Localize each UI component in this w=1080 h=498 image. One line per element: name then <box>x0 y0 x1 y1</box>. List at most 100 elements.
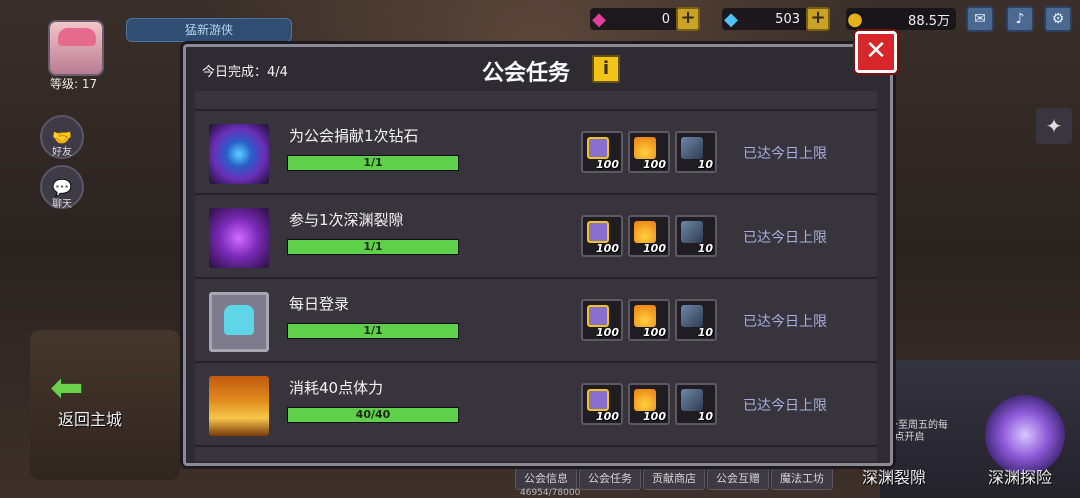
rift-schedule-line-2: 8点开启 <box>888 432 925 443</box>
chat-bubble-icon: 💬 <box>52 177 72 197</box>
task-row: 为公会捐献1次钻石 1/1 100 100 10 已达今日上限 <box>195 111 877 195</box>
chat-label: 聊天 <box>52 199 72 210</box>
status-text: 已达今日上限 <box>743 314 827 330</box>
hammer-icon <box>681 305 703 327</box>
reward-hammer[interactable]: 10 <box>675 299 717 341</box>
info-icon[interactable]: i <box>592 55 620 83</box>
task-name: 为公会捐献1次钻石 <box>289 127 419 145</box>
reward-qty: 10 <box>697 326 713 339</box>
hammer-icon <box>681 221 703 243</box>
diamonds-value: 503 <box>775 11 800 27</box>
guild-tasks-dialog: 今日完成：4/4 公会任务 i 为公会捐献1次钻石 1/1 100 100 10… <box>183 44 893 466</box>
rift-schedule-caption: 一至周五的每 8点开启 <box>888 420 948 444</box>
reward-qty: 100 <box>643 242 666 255</box>
tab-guild-info[interactable]: 公会信息 <box>515 468 577 490</box>
task-progress-bar: 1/1 <box>287 155 459 171</box>
task-row: 每日登录 1/1 100 100 10 已达今日上限 <box>195 279 877 363</box>
diamond-donate-icon <box>209 124 269 184</box>
hammer-icon <box>681 389 703 411</box>
reward-qty: 100 <box>596 410 619 423</box>
task-progress-bar: 40/40 <box>287 407 459 423</box>
reward-qty: 100 <box>643 326 666 339</box>
progress-text: 1/1 <box>363 156 383 169</box>
player-name: 猛新游侠 <box>126 18 292 42</box>
task-list[interactable]: 为公会捐献1次钻石 1/1 100 100 10 已达今日上限 参与1次深渊裂隙 <box>195 91 877 461</box>
player-level: 等级: 17 <box>50 77 98 91</box>
reward-guild-contribution[interactable]: 100 <box>581 131 623 173</box>
reward-fire[interactable]: 100 <box>628 299 670 341</box>
daily-login-icon <box>209 292 269 352</box>
diamond-icon: ◆ <box>724 8 738 30</box>
flame-icon <box>634 221 656 243</box>
arrow-left-icon: ⬅ <box>50 365 84 411</box>
portal-icon <box>985 395 1065 475</box>
mail-button[interactable]: ✉ <box>966 6 994 32</box>
back-to-city-label: 返回主城 <box>58 410 123 429</box>
guild-progress-text: 46954/78000 <box>520 488 581 498</box>
gems-counter: ◆ 0 + <box>590 7 700 31</box>
sound-button[interactable]: ♪ <box>1006 6 1034 32</box>
reward-fire[interactable]: 100 <box>628 383 670 425</box>
guild-badge-icon <box>587 221 609 243</box>
flame-icon <box>634 137 656 159</box>
tab-contribution-shop[interactable]: 贡献商店 <box>643 468 705 490</box>
pink-gem-icon: ◆ <box>592 8 606 30</box>
abyss-rift-button[interactable]: 深渊裂隙 <box>862 464 926 488</box>
reward-qty: 100 <box>643 410 666 423</box>
status-text: 已达今日上限 <box>743 230 827 246</box>
reward-hammer[interactable]: 10 <box>675 383 717 425</box>
guild-tab-bar: 公会信息 公会任务 贡献商店 公会互赠 魔法工坊 <box>515 468 833 490</box>
task-progress-bar: 1/1 <box>287 323 459 339</box>
monster-shortcut-button[interactable]: ✦ <box>1036 108 1072 144</box>
speaker-icon: ♪ <box>1015 11 1025 27</box>
creature-icon: ✦ <box>1045 114 1063 138</box>
tab-guild-tasks[interactable]: 公会任务 <box>579 468 641 490</box>
flame-icon <box>634 305 656 327</box>
dialog-title: 公会任务 <box>482 61 571 86</box>
envelope-icon: ✉ <box>974 11 986 27</box>
task-name: 消耗40点体力 <box>289 379 384 397</box>
reward-qty: 10 <box>697 410 713 423</box>
guild-badge-icon <box>587 305 609 327</box>
close-icon: ✕ <box>865 36 887 66</box>
reward-guild-contribution[interactable]: 100 <box>581 299 623 341</box>
tab-magic-workshop[interactable]: 魔法工坊 <box>771 468 833 490</box>
task-row: 参与1次深渊裂隙 1/1 100 100 10 已达今日上限 <box>195 195 877 279</box>
list-item-partial <box>195 91 877 111</box>
tab-guild-gifts[interactable]: 公会互赠 <box>707 468 769 490</box>
add-gems-button[interactable]: + <box>676 7 700 31</box>
reward-hammer[interactable]: 10 <box>675 131 717 173</box>
diamonds-counter: ◆ 503 + <box>722 7 830 31</box>
progress-text: 1/1 <box>363 324 383 337</box>
reward-qty: 10 <box>697 158 713 171</box>
settings-button[interactable]: ⚙ <box>1044 6 1072 32</box>
hammer-icon <box>681 137 703 159</box>
gold-coin-icon: ● <box>847 8 863 30</box>
skull-icon <box>224 305 254 335</box>
daily-completed-text: 今日完成：4/4 <box>202 65 288 80</box>
reward-qty: 10 <box>697 242 713 255</box>
abyss-explore-button[interactable]: 深渊探险 <box>988 464 1052 488</box>
flame-icon <box>634 389 656 411</box>
reward-fire[interactable]: 100 <box>628 215 670 257</box>
status-text: 已达今日上限 <box>743 146 827 162</box>
reward-qty: 100 <box>643 158 666 171</box>
reward-qty: 100 <box>596 158 619 171</box>
progress-text: 1/1 <box>363 240 383 253</box>
reward-guild-contribution[interactable]: 100 <box>581 383 623 425</box>
reward-qty: 100 <box>596 242 619 255</box>
task-name: 参与1次深渊裂隙 <box>289 211 404 229</box>
close-button[interactable]: ✕ <box>855 31 897 73</box>
gear-icon: ⚙ <box>1051 11 1065 27</box>
reward-qty: 100 <box>596 326 619 339</box>
reward-fire[interactable]: 100 <box>628 131 670 173</box>
status-text: 已达今日上限 <box>743 398 827 414</box>
reward-hammer[interactable]: 10 <box>675 215 717 257</box>
task-row: 消耗40点体力 40/40 100 100 10 已达今日上限 <box>195 363 877 447</box>
gold-counter: ● 88.5万 <box>846 8 956 30</box>
add-diamonds-button[interactable]: + <box>806 7 830 31</box>
reward-guild-contribution[interactable]: 100 <box>581 215 623 257</box>
guild-badge-icon <box>587 389 609 411</box>
avatar[interactable] <box>48 20 104 76</box>
task-name: 每日登录 <box>289 295 350 313</box>
